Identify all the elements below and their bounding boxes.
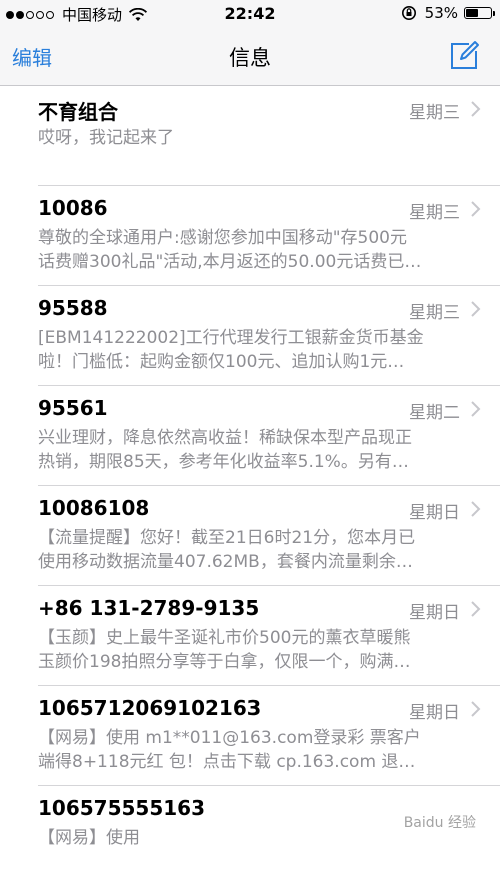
message-preview: 尊敬的全球通用户:感谢您参加中国移动"存500元 话费赠300礼品"活动,本月返… xyxy=(38,228,422,272)
chevron-right-icon xyxy=(471,101,481,117)
message-row[interactable]: 10086108 星期日 【流量提醒】您好！截至21日6时21分，您本月已 使用… xyxy=(0,486,500,586)
message-sender: 10086 xyxy=(38,196,108,220)
message-row[interactable]: 95588 星期三 [EBM141222002]工行代理发行工银薪金货币基金 啦… xyxy=(0,286,500,386)
chevron-right-icon xyxy=(471,401,481,417)
message-preview: 【玉颜】史上最牛圣诞礼市价500元的薰衣草暖熊 玉颜价198拍照分享等于白拿，仅… xyxy=(38,628,411,672)
message-row[interactable]: 不育组合 星期三 哎呀，我记起来了 xyxy=(0,86,500,186)
battery-percent: 53% xyxy=(424,4,458,22)
message-time: 星期日 xyxy=(409,603,460,623)
status-right: 53% xyxy=(401,4,495,22)
message-preview: 兴业理财，降息依然高收益！稀缺保本型产品现正 热销，期限85天，参考年化收益率5… xyxy=(38,428,412,472)
message-time: 星期三 xyxy=(409,203,460,223)
message-row[interactable]: 95561 星期二 兴业理财，降息依然高收益！稀缺保本型产品现正 热销，期限85… xyxy=(0,386,500,486)
message-time: 星期日 xyxy=(409,503,460,523)
message-time: 星期三 xyxy=(409,303,460,323)
navigation-bar: 编辑 信息 xyxy=(0,30,500,86)
message-time: 星期日 xyxy=(409,703,460,723)
chevron-right-icon xyxy=(471,501,481,517)
message-row[interactable]: 106571206910216З 星期日 【网易】使用 m1**011@163.… xyxy=(0,686,500,786)
message-sender: 95588 xyxy=(38,296,108,320)
message-sender: 不育组合 xyxy=(38,100,118,124)
message-sender: 95561 xyxy=(38,396,108,420)
message-row[interactable]: 10086 星期三 尊敬的全球通用户:感谢您参加中国移动"存500元 话费赠30… xyxy=(0,186,500,286)
message-time: 星期二 xyxy=(409,403,460,423)
chevron-right-icon xyxy=(471,201,481,217)
message-preview: 【网易】使用 m1**011@163.com登录彩 票客户 端得8+118元红 … xyxy=(38,728,421,772)
compose-icon[interactable] xyxy=(448,39,480,71)
message-sender: +86 131-2789-9135 xyxy=(38,596,260,620)
battery-tip xyxy=(493,11,495,16)
message-sender: 106571206910216З xyxy=(38,696,261,720)
message-sender: 10086108 xyxy=(38,496,150,520)
message-row[interactable]: 106575555163 【网易】使用 xyxy=(0,786,500,886)
message-preview: 【流量提醒】您好！截至21日6时21分，您本月已 使用移动数据流量407.62M… xyxy=(38,528,416,572)
chevron-right-icon xyxy=(471,601,481,617)
chevron-right-icon xyxy=(471,701,481,717)
chevron-right-icon xyxy=(471,301,481,317)
battery-fill xyxy=(466,9,478,17)
watermark-logo: Baidu 经验 xyxy=(403,815,476,831)
message-time: 星期三 xyxy=(409,103,460,123)
message-preview: 哎呀，我记起来了 xyxy=(38,128,174,148)
status-bar: 中国移动 22:42 53% xyxy=(0,0,500,30)
message-sender: 106575555163 xyxy=(38,796,205,820)
message-row[interactable]: +86 131-2789-9135 星期日 【玉颜】史上最牛圣诞礼市价500元的… xyxy=(0,586,500,686)
page-title: 信息 xyxy=(229,46,271,70)
rotation-lock-icon xyxy=(401,6,416,20)
battery-icon xyxy=(464,7,495,19)
message-preview: [EBM141222002]工行代理发行工银薪金货币基金 啦！门槛低：起购金额仅… xyxy=(38,328,424,372)
message-list: 不育组合 星期三 哎呀，我记起来了 10086 星期三 尊敬的全球通用户:感谢您… xyxy=(0,86,500,886)
